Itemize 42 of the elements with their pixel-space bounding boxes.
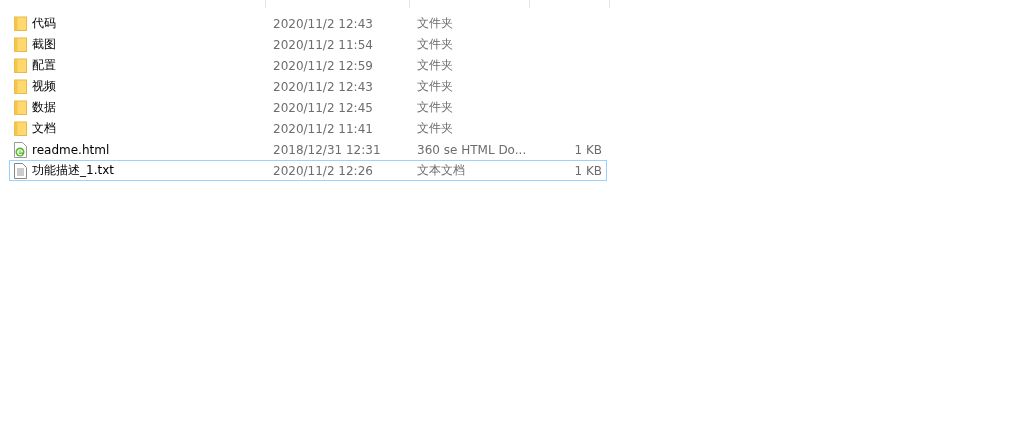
file-row[interactable]: 文档 2020/11/2 11:41 文件夹 [9, 118, 607, 139]
date-modified: 2020/11/2 12:43 [272, 79, 374, 94]
file-row[interactable]: 代码 2020/11/2 12:43 文件夹 [9, 13, 607, 34]
file-type: 文件夹 [416, 15, 454, 32]
file-row[interactable]: readme.html 2018/12/31 12:31 360 se HTML Do... 1 KB [9, 139, 607, 160]
date-modified: 2020/11/2 12:43 [272, 16, 374, 31]
folder-icon [14, 16, 27, 31]
file-type: 文件夹 [416, 99, 454, 116]
file-row[interactable]: 截图 2020/11/2 11:54 文件夹 [9, 34, 607, 55]
file-type: 文件夹 [416, 78, 454, 95]
date-modified: 2020/11/2 11:41 [272, 121, 374, 136]
file-name: readme.html [32, 142, 110, 157]
file-type: 文本文档 [416, 162, 466, 179]
file-name: 配置 [32, 57, 56, 74]
folder-icon [14, 121, 27, 136]
file-name: 视频 [32, 78, 56, 95]
file-row[interactable]: 功能描述_1.txt 2020/11/2 12:26 文本文档 1 KB [9, 160, 607, 181]
file-type: 360 se HTML Do... [416, 142, 528, 157]
file-size: 1 KB [573, 163, 603, 178]
file-name: 功能描述_1.txt [32, 162, 114, 179]
file-row[interactable]: 数据 2020/11/2 12:45 文件夹 [9, 97, 607, 118]
file-type: 文件夹 [416, 36, 454, 53]
file-type: 文件夹 [416, 57, 454, 74]
file-type: 文件夹 [416, 120, 454, 137]
text-document-icon [14, 162, 27, 179]
date-modified: 2018/12/31 12:31 [272, 142, 382, 157]
file-row[interactable]: 配置 2020/11/2 12:59 文件夹 [9, 55, 607, 76]
folder-icon [14, 37, 27, 52]
file-name: 文档 [32, 120, 56, 137]
folder-icon [14, 58, 27, 73]
date-modified: 2020/11/2 12:59 [272, 58, 374, 73]
file-name: 数据 [32, 99, 56, 116]
folder-icon [14, 100, 27, 115]
file-size: 1 KB [573, 142, 603, 157]
date-modified: 2020/11/2 12:45 [272, 100, 374, 115]
file-row[interactable]: 视频 2020/11/2 12:43 文件夹 [9, 76, 607, 97]
date-modified: 2020/11/2 12:26 [272, 163, 374, 178]
folder-icon [14, 79, 27, 94]
file-name: 截图 [32, 36, 56, 53]
web-document-icon [14, 141, 27, 158]
date-modified: 2020/11/2 11:54 [272, 37, 374, 52]
file-name: 代码 [32, 15, 56, 32]
